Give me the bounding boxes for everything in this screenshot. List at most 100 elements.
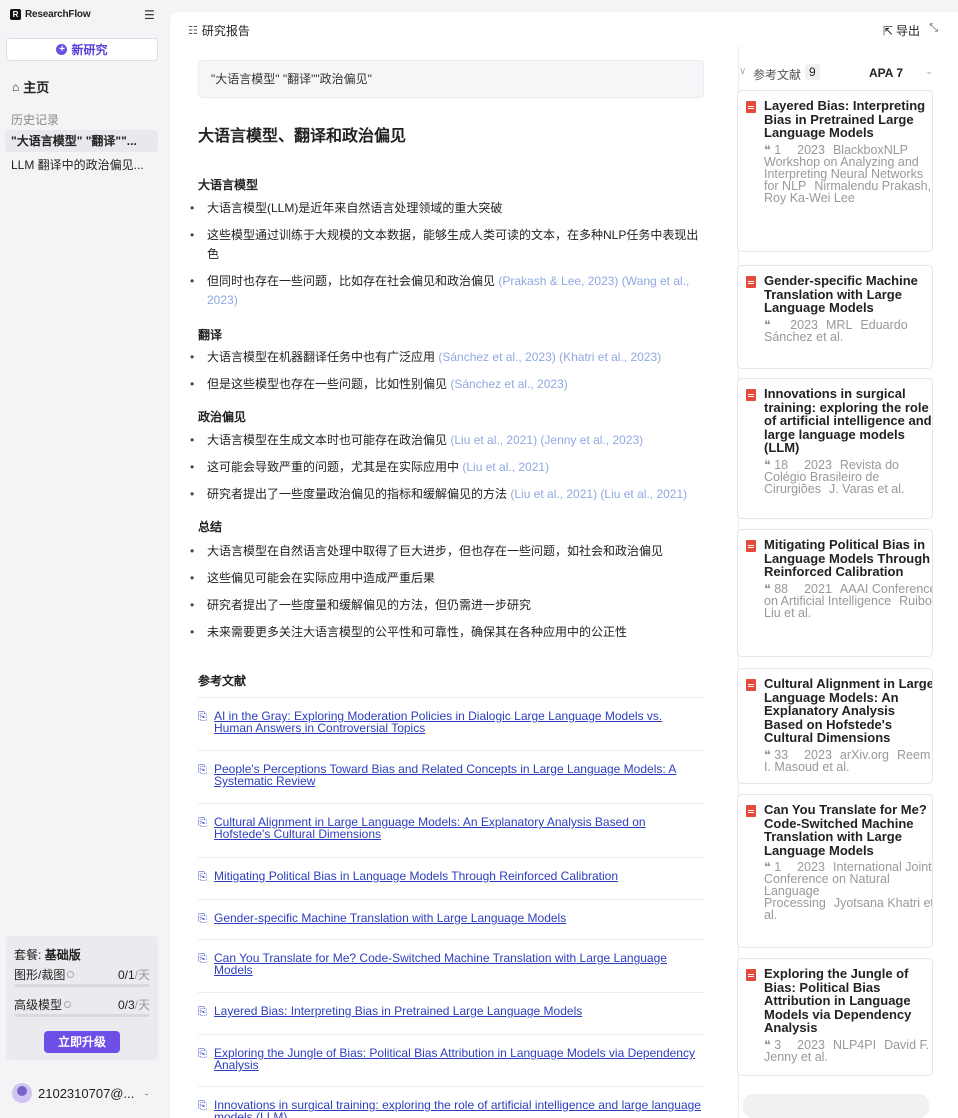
document-link-icon: ⎘ (198, 711, 207, 723)
reference-link[interactable]: ⎘ Exploring the Jungle of Bias: Political… (198, 1034, 704, 1071)
reference-card-meta: ❝ 1 2023 International Joint Conference on… (764, 860, 933, 922)
new-research-button[interactable]: + 新研究 (6, 38, 158, 61)
plan-title: 套餐: 基础版 (14, 946, 81, 963)
references-count-badge: 9 (805, 64, 820, 80)
upgrade-button[interactable]: 立即升级 (44, 1031, 120, 1053)
reference-card-meta: ❝ 33 2023 arXiv.org Reem I. Masoud et al. (764, 747, 931, 774)
reference-link[interactable]: ⎘ Innovations in surgical training: explo… (198, 1086, 704, 1118)
pdf-icon (746, 389, 756, 401)
reference-card-meta: ❝ 3 2023 NLP4PI David F. Jenny et al. (764, 1037, 930, 1064)
reference-card[interactable]: Cultural Alignment in Large Language Mod… (737, 668, 933, 784)
collapse-panel-icon[interactable]: ⤡ (929, 22, 938, 35)
history-item[interactable]: LLM 翻译中的政治偏见... (5, 154, 158, 176)
reference-link[interactable]: ⎘ AI in the Gray: Exploring Moderation Po… (198, 697, 704, 734)
plan-label: 套餐: (14, 948, 42, 962)
document-link-icon: ⎘ (198, 817, 207, 829)
export-button[interactable]: ⇱ 导出 (883, 22, 920, 39)
reference-card-meta: ❝ 2023 MRL Eduardo Sánchez et al. (764, 317, 908, 344)
reference-link[interactable]: ⎘ Gender-specific Machine Translation wit… (198, 899, 704, 925)
bullet-item: 未来需要更多关注大语言模型的公平性和可靠性，确保其在各种应用中的公正性 (190, 623, 710, 642)
bullet-item: 但同时也存在一些问题，比如存在社会偏见和政治偏见 (Prakash & Lee,… (190, 272, 710, 310)
info-icon[interactable] (67, 971, 75, 978)
plus-circle-icon: + (56, 44, 68, 55)
brand[interactable]: R ResearchFlow (10, 9, 91, 20)
chevron-down-icon[interactable]: ∨ (739, 66, 746, 77)
quota-progress-bar (14, 1014, 150, 1017)
report-content: "大语言模型" "翻译""政治偏见" 大语言模型、翻译和政治偏见 大语言模型 大… (170, 46, 738, 1118)
reference-card-title: Layered Bias: Interpreting Bias in Pretr… (764, 98, 926, 140)
reference-card-title: Cultural Alignment in Large Language Mod… (764, 676, 933, 745)
references-panel-title: 参考文献 (753, 68, 802, 82)
chevron-down-icon[interactable]: ⌄ (925, 66, 933, 77)
document-link-icon: ⎘ (198, 1100, 207, 1112)
bullet-item: 这可能会导致严重的问题，尤其是在实际应用中 (Liu et al., 2021) (190, 458, 710, 477)
bullet-item: 研究者提出了一些度量政治偏见的指标和缓解偏见的方法 (Liu et al., 2… (190, 485, 710, 504)
brand-logo-icon: R (10, 9, 21, 20)
home-label: 主页 (23, 80, 50, 95)
info-icon[interactable] (64, 1001, 72, 1008)
references-panel-header: ∨ 参考文献 9 APA 7 ⌄ (739, 64, 958, 86)
reference-card[interactable]: Exploring the Jungle of Bias: Political … (737, 958, 933, 1076)
reference-card-meta: ❝ 1 2023 BlackboxNLP Workshop on Analyzing… (764, 142, 932, 205)
pdf-icon (746, 969, 756, 981)
sidebar: R ResearchFlow ☰ + 新研究 ⌂ 主页 历史记录 "大语言模型"… (0, 0, 164, 1118)
reference-link[interactable]: ⎘ Mitigating Political Bias in Language M… (198, 857, 704, 883)
citation[interactable]: (Liu et al., 2021) (Liu et al., 2021) (510, 487, 687, 501)
reference-card-meta: ❝ 18 2023 Revista do Colégio Brasileiro de… (764, 457, 905, 496)
quota-value: 0/3/天 (117, 998, 150, 1012)
citation[interactable]: (Sánchez et al., 2023) (450, 377, 567, 391)
bullet-item: 这些偏见可能会在实际应用中造成严重后果 (190, 569, 710, 588)
main-panel: ☷ 研究报告 ⇱ 导出 ⤡ "大语言模型" "翻译""政治偏见" 大语言模型、翻… (170, 12, 958, 1118)
citation[interactable]: (Sánchez et al., 2023) (Khatri et al., 2… (438, 350, 661, 364)
user-account[interactable]: 2102310707@... - (12, 1083, 149, 1103)
reference-card[interactable]: Mitigating Political Bias in Language Mo… (737, 529, 933, 657)
brand-name: ResearchFlow (25, 9, 91, 20)
reference-link[interactable]: ⎘ Can You Translate for Me? Code-Switched… (198, 939, 704, 976)
citation[interactable]: (Liu et al., 2021) (462, 460, 549, 474)
sidebar-collapse-icon[interactable]: ☰ (144, 8, 155, 22)
section-heading: 翻译 (198, 328, 223, 342)
history-item[interactable]: "大语言模型" "翻译""... (5, 130, 158, 152)
export-label: 导出 (895, 24, 920, 38)
quota-value: 0/1/天 (117, 968, 150, 982)
report-heading: 大语言模型、翻译和政治偏见 (198, 128, 407, 145)
horizontal-scrollbar[interactable] (743, 1094, 929, 1118)
reference-card[interactable]: Can You Translate for Me? Code-Switched … (737, 794, 933, 948)
quota-progress-bar (14, 984, 150, 987)
reference-card[interactable]: Innovations in surgical training: explor… (737, 378, 933, 519)
section-heading: 大语言模型 (198, 178, 259, 192)
pdf-icon (746, 540, 756, 552)
reference-card-title: Can You Translate for Me? Code-Switched … (764, 802, 927, 858)
document-link-icon: ⎘ (198, 953, 207, 965)
quota-label: 图形/裁图 (14, 968, 66, 982)
plan-box: 套餐: 基础版 图形/裁图 0/1/天 高级模型 0/3/天 立即升级 (6, 936, 158, 1060)
reference-card[interactable]: Layered Bias: Interpreting Bias in Pretr… (737, 90, 933, 252)
references-panel: ∨ 参考文献 9 APA 7 ⌄ Layered Bias: Interpret… (737, 46, 958, 1118)
reference-link[interactable]: ⎘ Layered Bias: Interpreting Bias in Pret… (198, 992, 704, 1018)
bullet-item: 研究者提出了一些度量和缓解偏见的方法，但仍需进一步研究 (190, 596, 710, 615)
reference-card-title: Exploring the Jungle of Bias: Political … (764, 966, 912, 1035)
bullet-item: 大语言模型在生成文本时也可能存在政治偏见 (Liu et al., 2021) … (190, 431, 710, 450)
pdf-icon (746, 276, 756, 288)
user-menu-icon[interactable]: - (144, 1086, 148, 1101)
reference-link[interactable]: ⎘ Cultural Alignment in Large Language Mo… (198, 803, 704, 840)
plan-name: 基础版 (44, 948, 81, 962)
sidebar-item-home[interactable]: ⌂ 主页 (12, 77, 49, 96)
citation[interactable]: (Liu et al., 2021) (Jenny et al., 2023) (450, 433, 643, 447)
document-link-icon: ⎘ (198, 764, 207, 776)
pdf-icon (746, 805, 756, 817)
reference-link[interactable]: ⎘ People's Perceptions Toward Bias and Re… (198, 750, 704, 787)
pdf-icon (746, 101, 756, 113)
reference-card-title: Innovations in surgical training: explor… (764, 386, 932, 455)
section-heading: 政治偏见 (198, 410, 247, 424)
reference-card-meta: ❝ 88 2021 AAAI Conference on Artificial In… (764, 581, 933, 620)
bullet-item: 大语言模型在机器翻译任务中也有广泛应用 (Sánchez et al., 202… (190, 348, 710, 367)
reference-card[interactable]: Gender-specific Machine Translation with… (737, 265, 933, 369)
bullet-item: 这些模型通过训练于大规模的文本数据，能够生成人类可读的文本，在多种NLP任务中表… (190, 226, 710, 264)
reference-card-title: Gender-specific Machine Translation with… (764, 273, 918, 315)
quota-label: 高级模型 (14, 998, 63, 1012)
avatar (12, 1083, 32, 1103)
report-title: 研究报告 (201, 24, 250, 38)
citation-style-select[interactable]: APA 7 (869, 66, 903, 80)
reference-card-title: Mitigating Political Bias in Language Mo… (764, 537, 931, 579)
